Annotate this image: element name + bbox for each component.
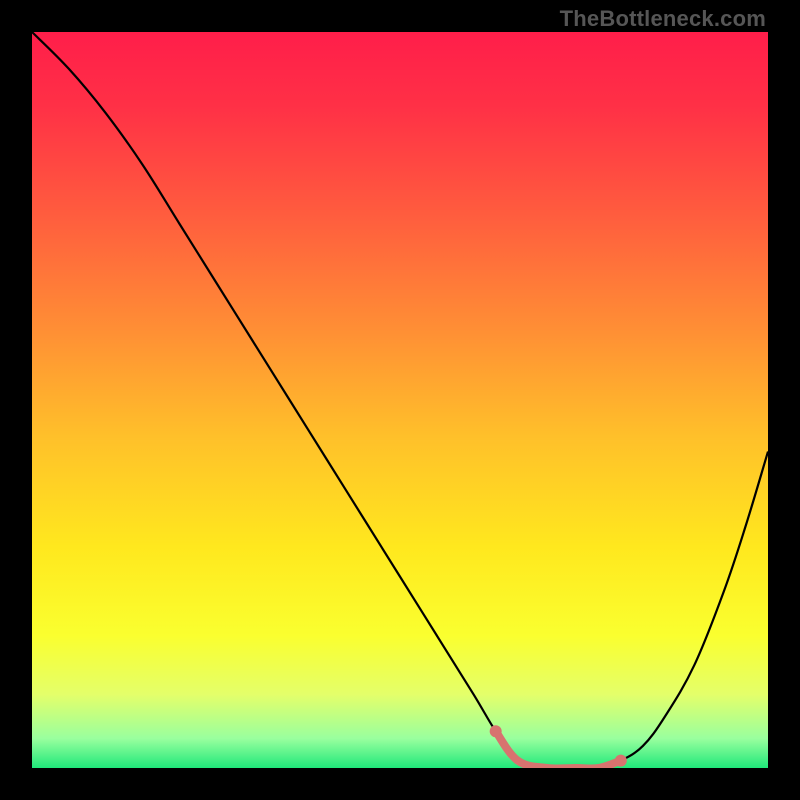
optimal-range-endpoints [490, 725, 627, 766]
curve-layer [32, 32, 768, 768]
chart-frame: TheBottleneck.com [0, 0, 800, 800]
watermark-text: TheBottleneck.com [560, 6, 766, 32]
plot-area [32, 32, 768, 768]
optimal-range-curve [496, 731, 621, 768]
bottleneck-curve [32, 32, 768, 768]
